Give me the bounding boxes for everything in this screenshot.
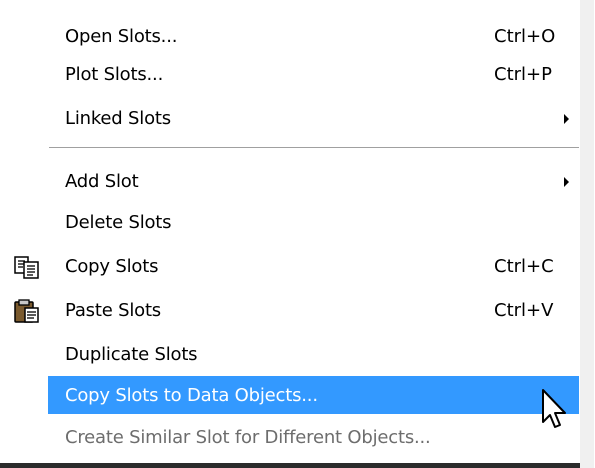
menu-item-add-slot[interactable]: Add Slot <box>0 164 580 200</box>
paste-icon <box>14 299 40 323</box>
menu-item-label: Delete Slots <box>65 212 172 233</box>
menu-item-label: Open Slots... <box>65 26 178 47</box>
menu-bottom-edge <box>0 463 580 468</box>
menu-item-plot-slots[interactable]: Plot Slots... Ctrl+P <box>0 57 580 93</box>
menu-right-edge <box>580 0 594 468</box>
menu-item-label: Add Slot <box>65 171 139 192</box>
menu-item-label: Linked Slots <box>65 108 171 129</box>
menu-separator <box>49 147 579 149</box>
menu-item-shortcut: Ctrl+P <box>494 64 552 85</box>
menu-item-label: Plot Slots... <box>65 64 164 85</box>
menu-item-shortcut: Ctrl+C <box>494 256 554 277</box>
menu-item-copy-slots-to-data-objects[interactable]: Copy Slots to Data Objects... <box>48 376 579 414</box>
menu-item-open-slots[interactable]: Open Slots... Ctrl+O <box>0 19 580 55</box>
submenu-arrow-icon <box>564 114 569 124</box>
mouse-pointer-icon <box>540 388 570 434</box>
context-menu: Open Slots... Ctrl+O Plot Slots... Ctrl+… <box>0 0 594 468</box>
menu-item-label: Copy Slots to Data Objects... <box>65 385 318 406</box>
menu-item-copy-slots[interactable]: Copy Slots Ctrl+C <box>0 249 580 285</box>
submenu-arrow-icon <box>564 177 569 187</box>
copy-icon <box>14 255 40 279</box>
menu-item-label: Copy Slots <box>65 256 159 277</box>
menu-item-shortcut: Ctrl+V <box>494 300 554 321</box>
menu-item-paste-slots[interactable]: Paste Slots Ctrl+V <box>0 293 580 329</box>
menu-item-linked-slots[interactable]: Linked Slots <box>0 101 580 137</box>
menu-item-label: Duplicate Slots <box>65 344 198 365</box>
menu-item-duplicate-slots[interactable]: Duplicate Slots <box>0 337 580 373</box>
menu-item-shortcut: Ctrl+O <box>494 26 556 47</box>
menu-item-label: Create Similar Slot for Different Object… <box>65 427 431 448</box>
menu-item-create-similar-slot[interactable]: Create Similar Slot for Different Object… <box>0 420 580 456</box>
menu-item-label: Paste Slots <box>65 300 161 321</box>
menu-item-delete-slots[interactable]: Delete Slots <box>0 205 580 241</box>
